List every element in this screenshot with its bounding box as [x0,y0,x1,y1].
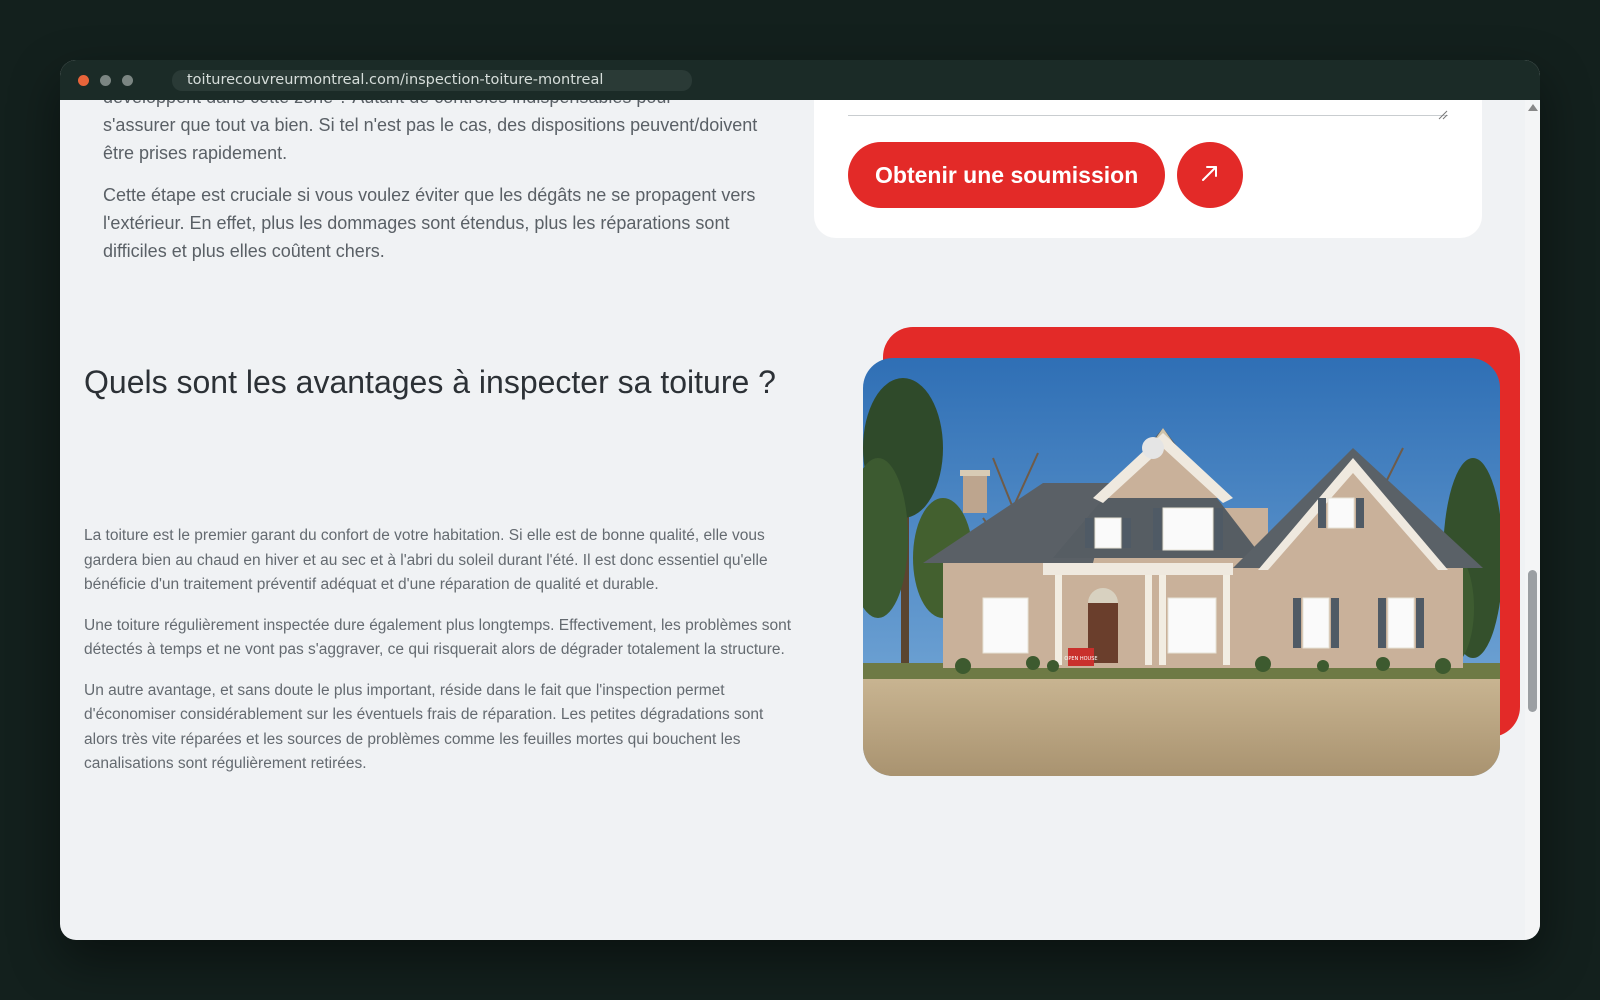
open-house-sign: OPEN HOUSE [1064,656,1097,662]
address-bar[interactable]: toiturecouvreurmontreal.com/inspection-t… [172,70,692,91]
message-textarea-border[interactable] [848,115,1448,116]
intro-paragraph-1: développent dans cette zone ? Autant de … [103,100,763,167]
get-quote-button[interactable]: Obtenir une soumission [848,142,1166,208]
textarea-resize-handle[interactable] [1438,105,1448,120]
page-scrollbar[interactable] [1525,100,1540,940]
page-viewport: développent dans cette zone ? Autant de … [60,100,1525,940]
section-body: La toiture est le premier garant du conf… [84,524,794,777]
intro-partial-line: développent dans cette zone ? Autant de … [103,100,763,111]
section-paragraph: Une toiture régulièrement inspectée dure… [84,616,792,659]
browser-window: toiturecouvreurmontreal.com/inspection-t… [60,60,1540,940]
scroll-thumb[interactable] [1528,570,1537,712]
section-paragraph: Un autre avantage, et sans doute le plus… [84,681,764,773]
intro-paragraph-1-text: s'assurer que tout va bien. Si tel n'est… [103,115,758,163]
intro-text: développent dans cette zone ? Autant de … [103,100,763,265]
scroll-up-arrow-icon[interactable] [1528,104,1538,111]
minimize-window-button[interactable] [100,75,111,86]
browser-titlebar: toiturecouvreurmontreal.com/inspection-t… [60,60,1540,100]
intro-paragraph-2: Cette étape est cruciale si vous voulez … [103,185,756,261]
arrow-up-right-icon [1199,162,1221,188]
section-title: Quels sont les avantages à inspecter sa … [84,364,776,400]
close-window-button[interactable] [78,75,89,86]
section-paragraph: La toiture est le premier garant du conf… [84,527,768,593]
house-photo: OPEN HOUSE [863,358,1500,776]
arrow-button[interactable] [1177,142,1243,208]
maximize-window-button[interactable] [122,75,133,86]
quote-form-card: Obtenir une soumission [814,100,1482,238]
